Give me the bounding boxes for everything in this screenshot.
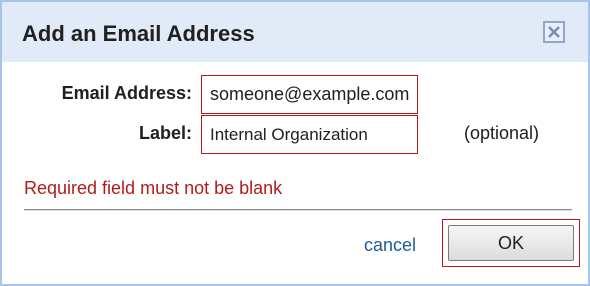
email-address-label: Email Address: [61,83,192,103]
optional-hint: (optional) [464,123,540,143]
divider [24,209,572,211]
dialog-titlebar: Add an Email Address [2,2,588,62]
close-button[interactable] [543,21,565,43]
label-field-wrapper [201,115,418,154]
error-message: Required field must not be blank [24,178,283,198]
add-email-dialog: Add an Email Address Email Address: Labe… [0,0,590,286]
dialog-title: Add an Email Address [22,21,255,46]
close-icon [548,26,560,38]
ok-button[interactable]: OK [448,225,574,261]
label-field[interactable] [202,116,417,153]
label-field-label: Label: [138,123,192,143]
email-field[interactable] [202,76,417,113]
email-field-wrapper [201,75,418,114]
cancel-link[interactable]: cancel [364,234,416,256]
